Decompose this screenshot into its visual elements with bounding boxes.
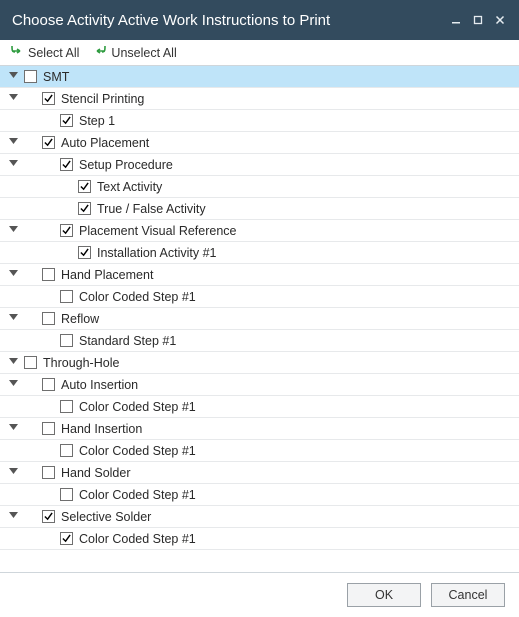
tree-item-label: Placement Visual Reference [79,224,237,238]
checkbox[interactable] [60,114,73,127]
expander-icon[interactable] [6,70,20,84]
tree-item-label: True / False Activity [97,202,206,216]
checkbox[interactable] [60,400,73,413]
dialog-footer: OK Cancel [0,573,519,617]
expander-icon[interactable] [6,422,20,436]
tree-item-label: Color Coded Step #1 [79,532,196,546]
tree-item-label: Reflow [61,312,99,326]
unselect-all-button[interactable]: Unselect All [93,45,176,60]
checkbox[interactable] [78,202,91,215]
checkbox[interactable] [78,246,91,259]
checkbox[interactable] [42,466,55,479]
tree-item-label: Color Coded Step #1 [79,444,196,458]
tree-view[interactable]: SMT Stencil Printing Step 1 Auto Placement S… [0,66,519,573]
tree-row[interactable]: Color Coded Step #1 [0,440,519,462]
ok-label: OK [375,588,393,602]
tree-item-label: Installation Activity #1 [97,246,217,260]
checkbox[interactable] [60,224,73,237]
checkbox[interactable] [42,510,55,523]
expander-icon[interactable] [6,466,20,480]
checkbox[interactable] [42,268,55,281]
checkbox[interactable] [60,532,73,545]
tree-row[interactable]: Auto Placement [0,132,519,154]
tree-row[interactable]: Hand Placement [0,264,519,286]
tree-row[interactable]: Through-Hole [0,352,519,374]
tree-row[interactable]: Auto Insertion [0,374,519,396]
checkbox[interactable] [60,488,73,501]
tree-item-label: Through-Hole [43,356,119,370]
tree-row[interactable]: Hand Insertion [0,418,519,440]
checkbox[interactable] [60,444,73,457]
checkbox[interactable] [24,70,37,83]
tree-item-label: Setup Procedure [79,158,173,172]
select-all-icon [10,45,24,60]
window-title: Choose Activity Active Work Instructions… [12,12,445,29]
tree-row[interactable]: True / False Activity [0,198,519,220]
tree-row[interactable]: Text Activity [0,176,519,198]
tree-item-label: Auto Placement [61,136,149,150]
select-all-label: Select All [28,46,79,60]
checkbox[interactable] [42,422,55,435]
unselect-all-label: Unselect All [111,46,176,60]
expander-icon[interactable] [6,224,20,238]
tree-item-label: Step 1 [79,114,115,128]
select-all-button[interactable]: Select All [10,45,79,60]
checkbox[interactable] [42,312,55,325]
toolbar: Select All Unselect All [0,40,519,66]
tree-row[interactable]: Placement Visual Reference [0,220,519,242]
tree-row[interactable]: Stencil Printing [0,88,519,110]
unselect-all-icon [93,45,107,60]
tree-item-label: Auto Insertion [61,378,138,392]
tree-item-label: Stencil Printing [61,92,144,106]
checkbox[interactable] [42,378,55,391]
tree-item-label: Color Coded Step #1 [79,488,196,502]
tree-row[interactable]: Standard Step #1 [0,330,519,352]
tree-row[interactable]: Setup Procedure [0,154,519,176]
tree-item-label: Standard Step #1 [79,334,176,348]
tree-item-label: Selective Solder [61,510,151,524]
expander-icon[interactable] [6,158,20,172]
tree-row[interactable]: Selective Solder [0,506,519,528]
dialog-window: Choose Activity Active Work Instructions… [0,0,519,617]
minimize-button[interactable] [445,9,467,31]
tree-item-label: Hand Solder [61,466,131,480]
expander-icon[interactable] [6,312,20,326]
expander-icon[interactable] [6,356,20,370]
expander-icon[interactable] [6,136,20,150]
tree-row[interactable]: Color Coded Step #1 [0,396,519,418]
tree-row[interactable]: Color Coded Step #1 [0,528,519,550]
checkbox[interactable] [24,356,37,369]
expander-icon[interactable] [6,510,20,524]
titlebar: Choose Activity Active Work Instructions… [0,0,519,40]
tree-row[interactable]: Color Coded Step #1 [0,484,519,506]
tree-item-label: Color Coded Step #1 [79,400,196,414]
expander-icon[interactable] [6,268,20,282]
checkbox[interactable] [60,334,73,347]
expander-icon[interactable] [6,92,20,106]
tree-item-label: Text Activity [97,180,162,194]
checkbox[interactable] [60,158,73,171]
maximize-button[interactable] [467,9,489,31]
tree-item-label: SMT [43,70,69,84]
tree-row[interactable]: Installation Activity #1 [0,242,519,264]
tree-item-label: Hand Insertion [61,422,142,436]
tree-row[interactable]: Color Coded Step #1 [0,286,519,308]
tree-row[interactable]: Hand Solder [0,462,519,484]
tree-item-label: Hand Placement [61,268,153,282]
checkbox[interactable] [78,180,91,193]
tree-row[interactable]: SMT [0,66,519,88]
tree-row[interactable]: Reflow [0,308,519,330]
checkbox[interactable] [42,136,55,149]
tree-row[interactable]: Step 1 [0,110,519,132]
checkbox[interactable] [42,92,55,105]
tree-item-label: Color Coded Step #1 [79,290,196,304]
cancel-label: Cancel [449,588,488,602]
close-button[interactable] [489,9,511,31]
expander-icon[interactable] [6,378,20,392]
cancel-button[interactable]: Cancel [431,583,505,607]
checkbox[interactable] [60,290,73,303]
ok-button[interactable]: OK [347,583,421,607]
